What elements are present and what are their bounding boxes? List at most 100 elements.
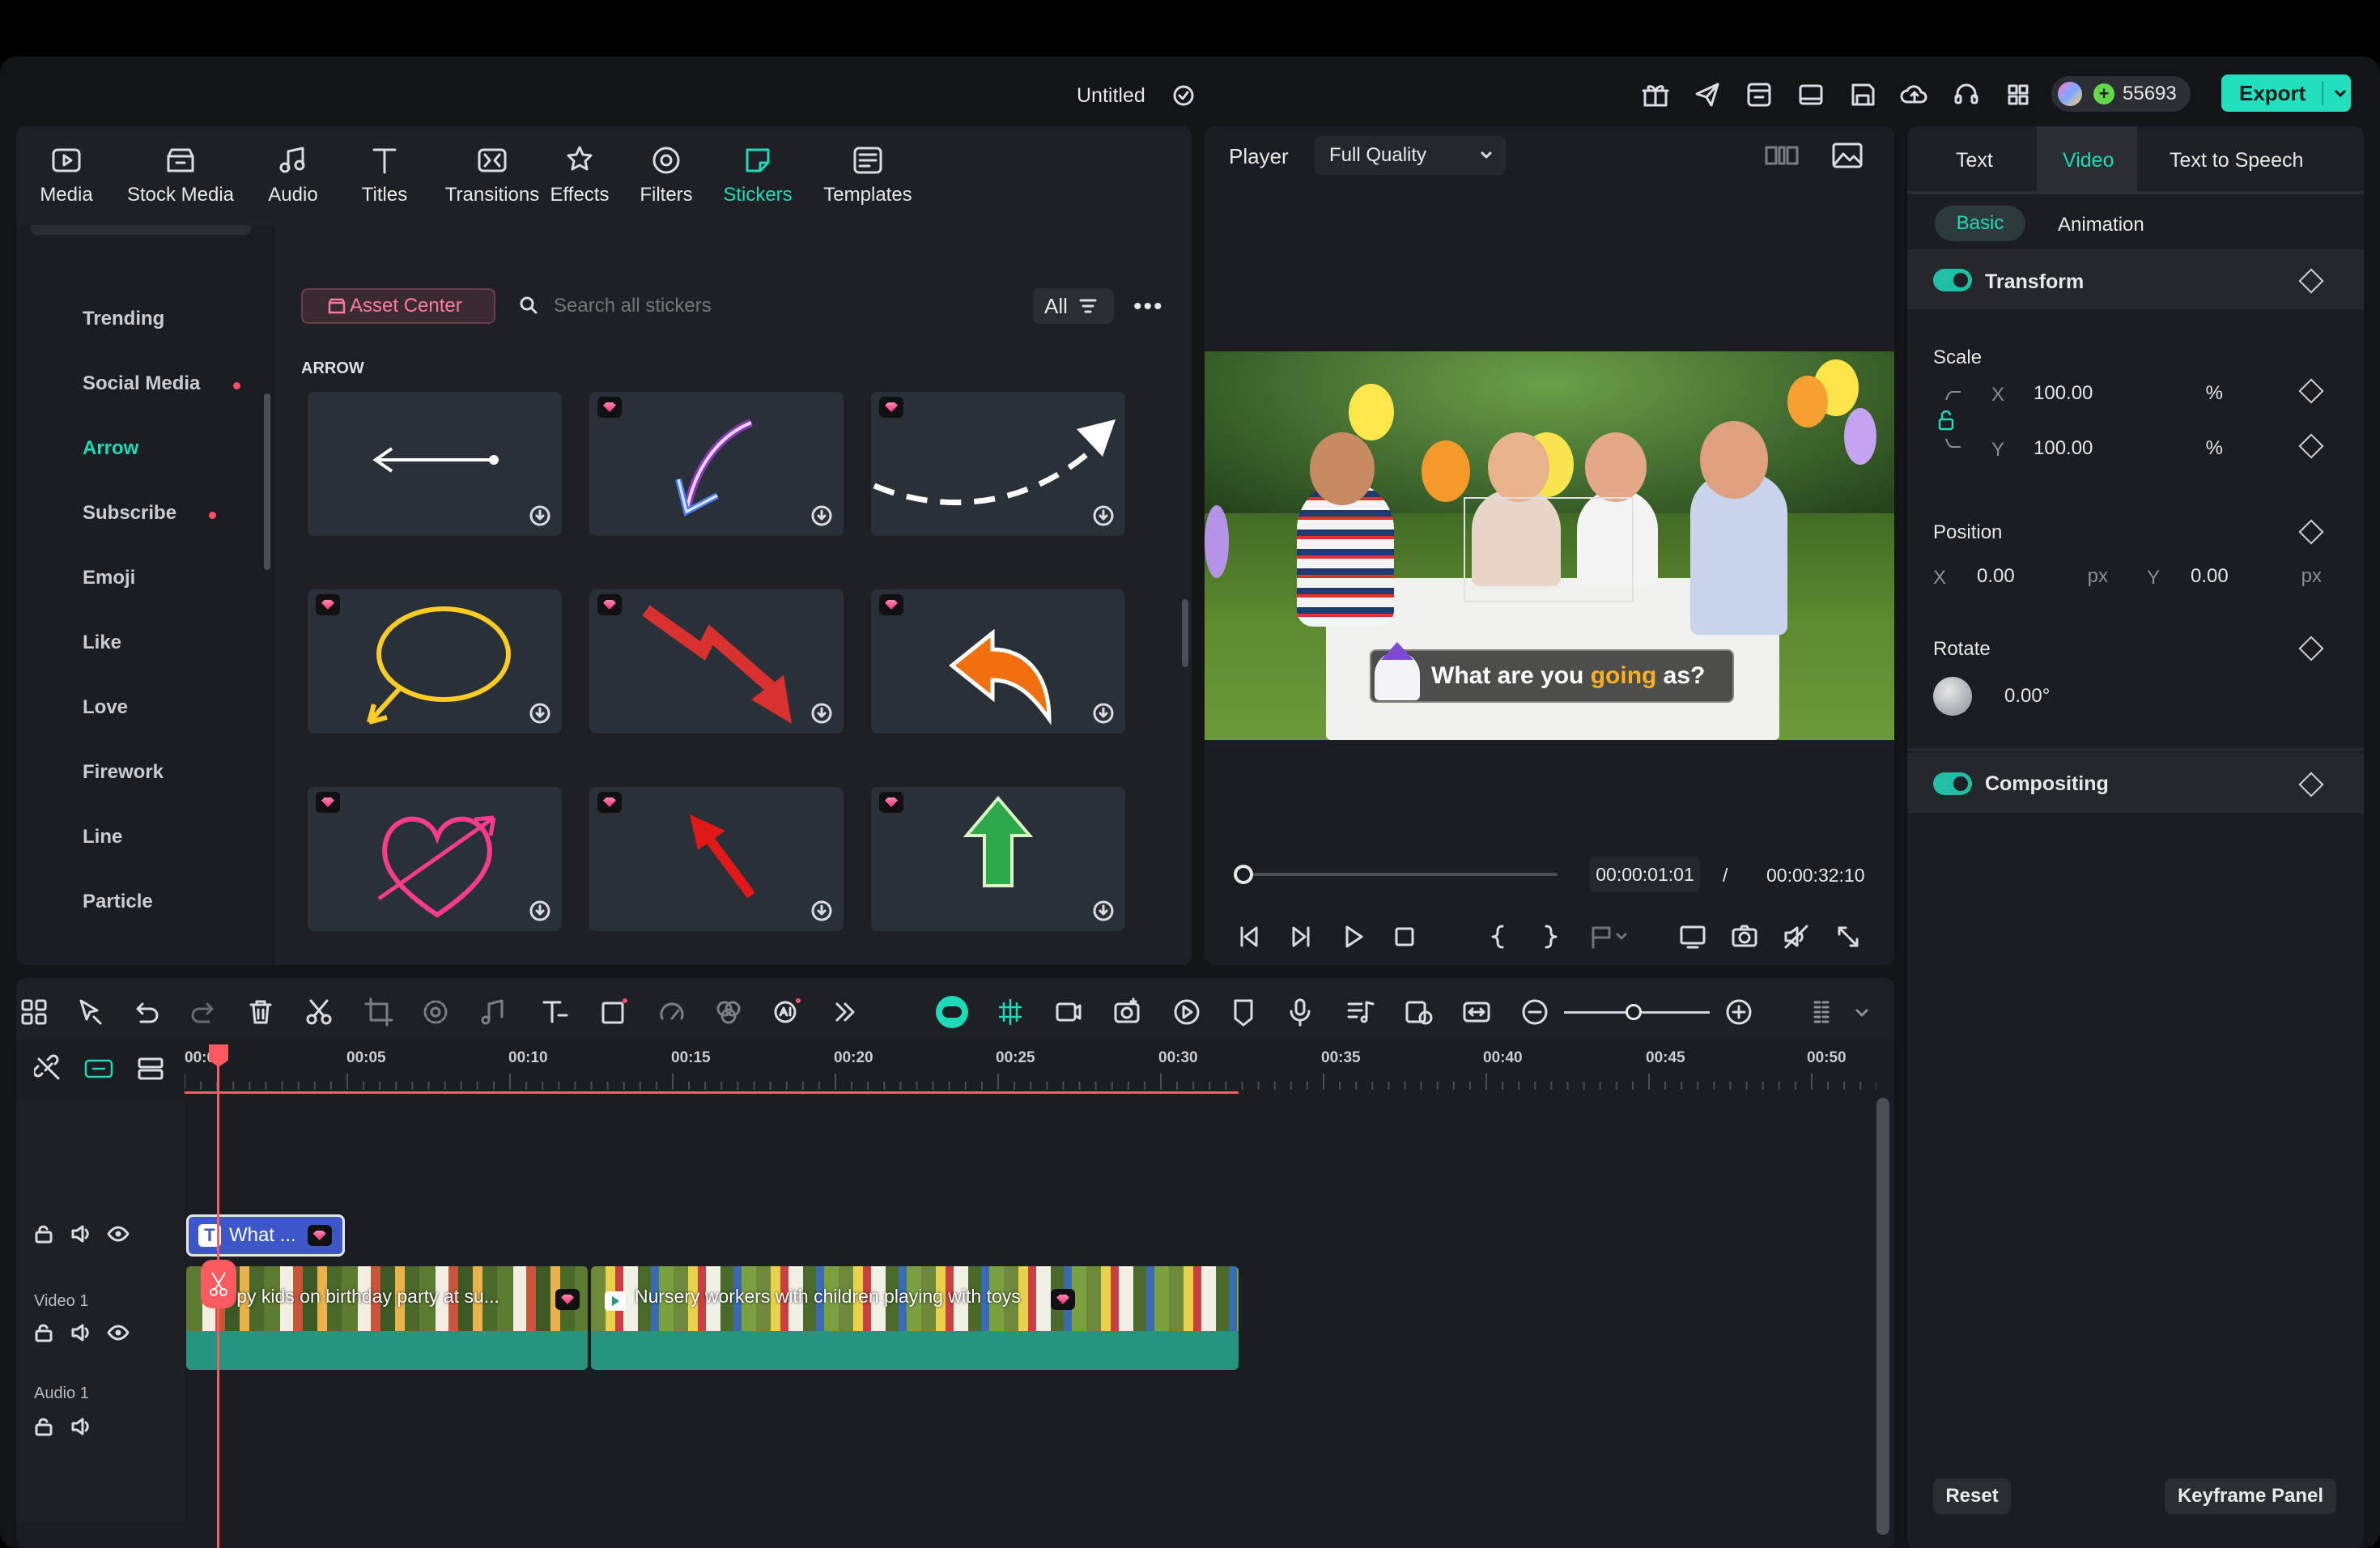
download-icon[interactable] — [811, 505, 832, 526]
stop-icon[interactable] — [1389, 921, 1420, 952]
mark-out-icon[interactable] — [1536, 921, 1564, 952]
volume-icon[interactable] — [70, 1415, 92, 1438]
rotate-input[interactable]: 0.00° — [1988, 678, 2331, 714]
download-icon[interactable] — [1093, 900, 1114, 921]
voiceover-icon[interactable] — [1402, 996, 1434, 1028]
caption-sticker[interactable]: What are you going as? — [1370, 642, 1734, 703]
subtab-animation[interactable]: Animation — [2058, 214, 2144, 236]
download-icon[interactable] — [1093, 505, 1114, 526]
dashed-arrow-sticker[interactable] — [871, 392, 1125, 536]
fit-timeline-icon[interactable] — [1460, 996, 1493, 1028]
curved-orange-arrow-sticker[interactable] — [871, 589, 1125, 734]
template-icon[interactable] — [1744, 79, 1774, 110]
previous-frame-icon[interactable] — [1234, 921, 1264, 952]
keyframe-panel-button[interactable]: Keyframe Panel — [2165, 1478, 2336, 1514]
category-emoji[interactable]: Emoji — [83, 567, 135, 589]
tab-transitions[interactable]: Transitions — [444, 143, 541, 206]
transform-section-header[interactable] — [1907, 249, 2364, 309]
apps-grid-icon[interactable] — [2003, 79, 2034, 110]
lock-icon[interactable] — [32, 1321, 55, 1344]
tab-titles[interactable]: Titles — [356, 143, 413, 206]
timeline-vertical-scrollbar[interactable] — [1876, 1098, 1889, 1535]
support-icon[interactable] — [1951, 79, 1982, 110]
lock-icon[interactable] — [32, 1415, 55, 1438]
playhead-cut-marker[interactable] — [201, 1260, 236, 1308]
volume-icon[interactable] — [70, 1321, 92, 1344]
link-icon[interactable] — [34, 1054, 63, 1083]
category-firework[interactable]: Firework — [83, 761, 164, 784]
save-icon[interactable] — [1847, 79, 1878, 110]
render-preview-icon[interactable] — [1171, 996, 1203, 1028]
tab-stickers[interactable]: Stickers — [719, 143, 797, 206]
delete-icon[interactable] — [244, 996, 277, 1028]
redo-icon[interactable] — [188, 996, 220, 1028]
category-love[interactable]: Love — [83, 696, 128, 719]
current-time[interactable]: 00:00:01:01 — [1590, 857, 1700, 892]
tab-text[interactable]: Text — [1956, 149, 1993, 172]
playback-scrubber[interactable] — [1234, 865, 1253, 884]
reset-button[interactable]: Reset — [1933, 1478, 2011, 1514]
rotate-keyframe-icon[interactable] — [2298, 636, 2324, 661]
ai-cutout-icon[interactable] — [419, 996, 452, 1028]
export-button[interactable]: Export — [2221, 74, 2351, 112]
position-keyframe-icon[interactable] — [2298, 519, 2324, 545]
transform-toggle[interactable] — [1933, 269, 1972, 291]
subtab-basic[interactable]: Basic — [1935, 206, 2025, 241]
position-x-input[interactable]: 0.00 px — [1961, 559, 2118, 594]
tab-text-to-speech[interactable]: Text to Speech — [2170, 149, 2303, 172]
volume-icon[interactable] — [70, 1223, 92, 1245]
track-manager-icon[interactable] — [136, 1054, 165, 1083]
category-particle[interactable]: Particle — [83, 891, 153, 913]
title-clip[interactable]: T What ... — [186, 1214, 345, 1257]
microphone-icon[interactable] — [1284, 996, 1316, 1028]
neon-arrow-sticker[interactable] — [589, 392, 844, 536]
snapshot-view-icon[interactable] — [1831, 141, 1864, 170]
color-match-icon[interactable] — [712, 996, 745, 1028]
track-height-icon[interactable] — [1808, 996, 1841, 1028]
rotate-dial[interactable] — [1933, 677, 1972, 716]
undo-icon[interactable] — [130, 996, 162, 1028]
sticker-search-input[interactable] — [554, 288, 1039, 324]
fullscreen-icon[interactable] — [1833, 921, 1864, 952]
playback-progress-track[interactable] — [1234, 865, 1558, 884]
aspect-lock-icon[interactable] — [1932, 387, 1972, 452]
ai-tools-icon[interactable] — [771, 996, 803, 1028]
insert-marker-icon[interactable] — [1588, 921, 1634, 952]
download-icon[interactable] — [529, 703, 550, 724]
tab-templates[interactable]: Templates — [819, 143, 916, 206]
scale-y-input[interactable]: 100.00% — [2017, 431, 2236, 466]
category-social-media[interactable]: Social Media — [83, 372, 200, 395]
download-icon[interactable] — [529, 505, 550, 526]
marker-icon[interactable] — [1227, 996, 1260, 1028]
layout-grid-icon[interactable] — [18, 996, 50, 1028]
tab-filters[interactable]: Filters — [630, 143, 703, 206]
video-clip-2[interactable]: Nursery workers with children playing wi… — [591, 1266, 1239, 1370]
more-tools-icon[interactable] — [829, 996, 861, 1028]
zigzag-arrow-sticker[interactable] — [589, 589, 844, 734]
audio-mixer-icon[interactable] — [1344, 996, 1376, 1028]
layout-icon[interactable] — [1796, 79, 1826, 110]
scale-x-input[interactable]: 100.00% — [2017, 376, 2236, 411]
tab-audio[interactable]: Audio — [261, 143, 325, 206]
download-icon[interactable] — [811, 900, 832, 921]
category-arrow[interactable]: Arrow — [83, 437, 138, 460]
mark-in-icon[interactable] — [1485, 921, 1512, 952]
red-arrow-sticker[interactable] — [589, 787, 844, 931]
position-y-input[interactable]: 0.00 px — [2174, 559, 2331, 594]
scale-x-keyframe-icon[interactable] — [2298, 378, 2324, 404]
ai-copilot-icon[interactable] — [936, 996, 968, 1028]
lock-icon[interactable] — [32, 1223, 55, 1245]
next-frame-icon[interactable] — [1286, 921, 1316, 952]
download-icon[interactable] — [1093, 703, 1114, 724]
compare-view-icon[interactable] — [1765, 141, 1799, 170]
display-icon[interactable] — [1677, 921, 1708, 952]
left-arrow-sticker[interactable] — [308, 392, 562, 536]
zoom-in-icon[interactable] — [1723, 996, 1755, 1028]
auto-ripple-icon[interactable] — [1052, 996, 1085, 1028]
play-icon[interactable] — [1337, 921, 1368, 952]
visibility-icon[interactable] — [107, 1223, 130, 1245]
download-icon[interactable] — [811, 703, 832, 724]
tab-media[interactable]: Media — [34, 143, 99, 206]
download-icon[interactable] — [529, 900, 550, 921]
selection-box[interactable] — [1464, 497, 1634, 602]
